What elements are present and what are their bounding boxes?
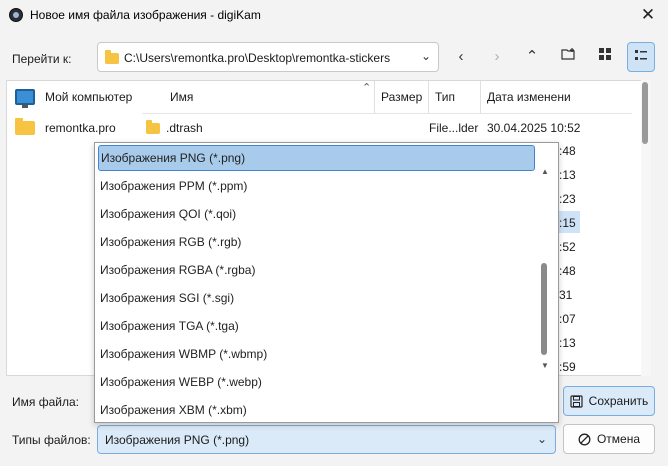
filetype-value: Изображения PNG (*.png) [105,433,250,447]
digikam-app-icon [9,8,23,22]
folder-icon [15,118,35,135]
partial-date: :13 [559,168,576,182]
sort-ascending-icon: ⌃ [362,82,372,94]
filetype-dropdown-list: Изображения PNG (*.png) Изображения PPM … [94,142,559,423]
dropdown-option[interactable]: Изображения XBM (*.xbm) [98,397,535,422]
up-folder-button[interactable]: ⌃ [518,42,546,72]
dropdown-option[interactable]: Изображения SGI (*.sgi) [98,285,535,311]
back-button[interactable]: ‹ [447,42,475,72]
partial-date: :07 [559,312,576,326]
path-combo[interactable]: C:\Users\remontka.pro\Desktop\remontka-s… [97,42,439,72]
dropdown-option[interactable]: Изображения WEBP (*.webp) [98,369,535,395]
new-folder-icon [561,48,575,60]
cancel-label: Отмена [596,432,641,446]
cancel-icon [578,433,591,445]
column-header-type[interactable]: Тип [429,81,481,113]
grid-view-icon [599,48,611,60]
folder-icon [105,50,119,64]
scroll-down-icon[interactable]: ▼ [539,361,551,373]
column-header-date[interactable]: Дата изменени [481,81,575,113]
icon-view-button[interactable] [591,42,619,72]
save-button[interactable]: Сохранить [563,386,655,416]
partial-date: :23 [559,192,576,206]
title-bar: Новое имя файла изображения - digiKam ✕ [0,0,668,30]
file-type: File...lder [429,121,479,135]
partial-date: :59 [559,360,576,374]
window-title: Новое имя файла изображения - digiKam [30,8,261,22]
dropdown-option[interactable]: Изображения PNG (*.png) [98,145,535,171]
close-window-button[interactable]: ✕ [638,5,658,25]
chevron-down-icon: ⌄ [536,432,547,446]
place-remontka[interactable]: remontka.pro [15,117,116,139]
cancel-button[interactable]: Отмена [563,424,655,454]
column-header-size[interactable]: Размер [375,81,429,113]
dropdown-option[interactable]: Изображения QOI (*.qoi) [98,201,535,227]
save-icon [570,394,583,408]
save-label: Сохранить [588,394,649,408]
dropdown-option[interactable]: Изображения WBMP (*.wbmp) [98,341,535,367]
new-folder-button[interactable] [555,42,583,72]
place-my-computer[interactable]: Мой компьютер [15,86,132,108]
header-divider [142,113,632,114]
place-label: Мой компьютер [45,90,133,104]
goto-label: Перейти к: [12,52,72,66]
dropdown-option[interactable]: Изображения PPM (*.ppm) [98,173,535,199]
path-text: C:\Users\remontka.pro\Desktop\remontka-s… [124,51,391,65]
file-date: 30.04.2025 10:52 [487,121,581,135]
column-header-name[interactable]: Имя [142,81,375,113]
filetype-combo[interactable]: Изображения PNG (*.png) ⌄ [97,425,556,454]
dropdown-option[interactable]: Изображения TGA (*.tga) [98,313,535,339]
partial-date: :52 [559,240,576,254]
scroll-up-icon[interactable]: ▲ [539,167,551,179]
partial-date: :13 [559,336,576,350]
forward-button[interactable]: › [483,42,511,72]
dropdown-option[interactable]: Изображения RGBA (*.rgba) [98,257,535,283]
partial-date: :15 [559,216,576,230]
filetype-label: Типы файлов: [12,433,91,447]
partial-date: :48 [559,264,576,278]
partial-date: :48 [559,144,576,158]
dropdown-option[interactable]: Изображения RGB (*.rgb) [98,229,535,255]
list-view-icon [635,50,647,60]
computer-icon [15,89,35,108]
filename-label: Имя файла: [12,395,79,409]
folder-icon [146,120,160,134]
dropdown-scroll-thumb[interactable] [541,263,547,355]
place-label: remontka.pro [45,121,116,135]
partial-date: 31 [559,288,573,302]
file-name[interactable]: .dtrash [166,121,203,135]
detail-view-button[interactable] [627,42,655,72]
chevron-down-icon: ⌄ [420,49,431,63]
file-list-scroll-thumb[interactable] [642,82,648,144]
